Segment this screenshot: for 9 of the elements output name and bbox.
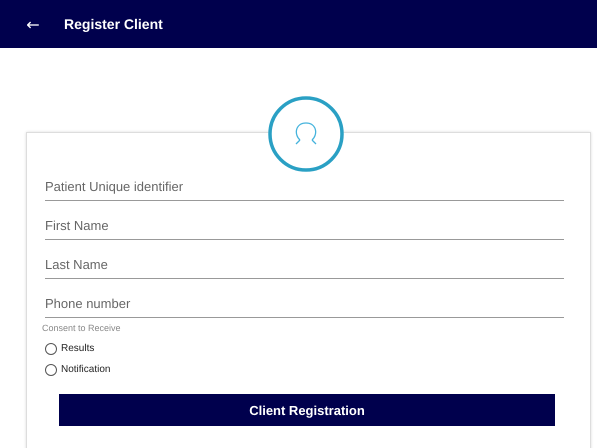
radio-button[interactable] — [45, 364, 57, 376]
register-button[interactable]: Client Registration — [59, 394, 555, 426]
radio-button[interactable] — [45, 342, 57, 354]
screen-title: Register Client — [64, 16, 163, 32]
user-avatar-icon — [267, 95, 345, 173]
radio-label: Notification — [61, 364, 110, 375]
consent-label: Consent to Receive — [42, 323, 122, 333]
back-button[interactable]: ← — [24, 14, 42, 34]
radio-label: Results — [61, 343, 94, 354]
